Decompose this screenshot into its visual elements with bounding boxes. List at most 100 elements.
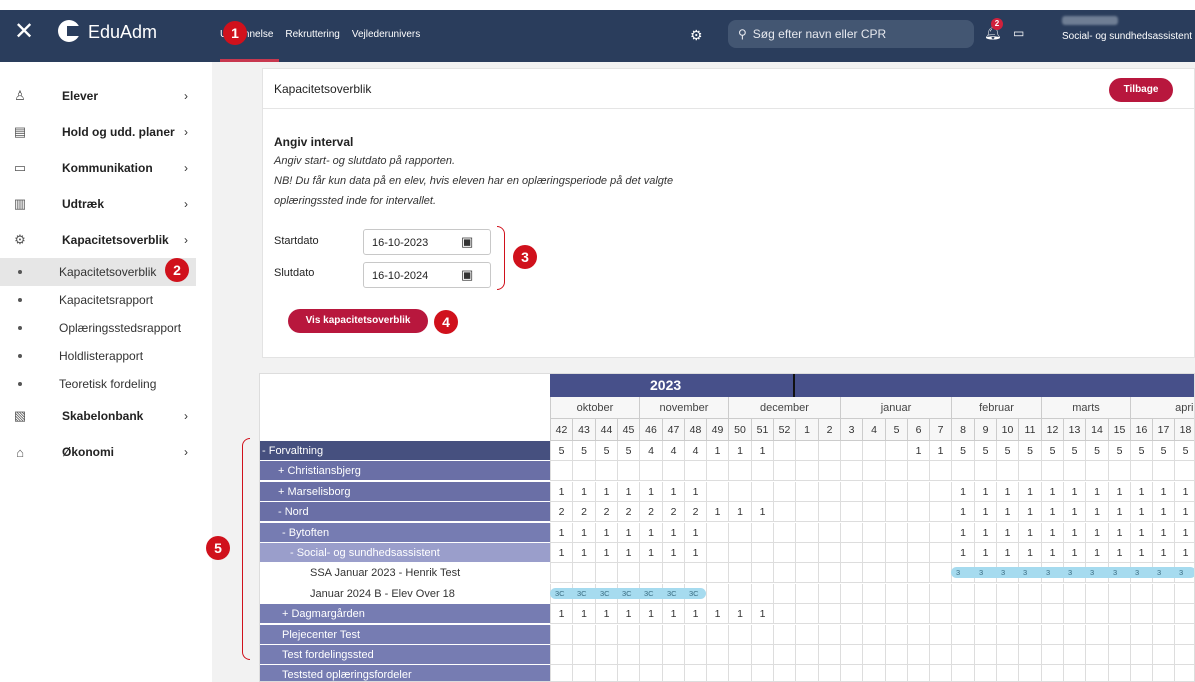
training-period-label: 3 bbox=[1135, 568, 1140, 578]
grid-cell bbox=[1085, 604, 1108, 625]
grid-cell: 1 bbox=[996, 522, 1018, 543]
sidebar-item-kommunikation[interactable]: ▭ Kommunikation › bbox=[0, 150, 212, 186]
grid-cell bbox=[684, 461, 706, 482]
sidebar-item-elever[interactable]: ♙ Elever › bbox=[0, 78, 212, 114]
month-label: februar bbox=[951, 397, 1041, 419]
sidebar-subitem-holdlisterapport[interactable]: Holdlisterapport bbox=[0, 342, 212, 370]
grid-cell bbox=[929, 604, 951, 625]
tab-rekruttering[interactable]: Rekruttering bbox=[279, 10, 345, 62]
grid-cell: 5 bbox=[1108, 441, 1130, 461]
grid-row-label[interactable]: Test fordelingssted bbox=[260, 645, 550, 665]
sidebar-item-hold[interactable]: ▤ Hold og udd. planer › bbox=[0, 114, 212, 150]
week-number: 43 bbox=[572, 419, 595, 441]
sidebar-item-okonomi[interactable]: ⌂ Økonomi › bbox=[0, 434, 212, 470]
start-date-value: 16-10-2023 bbox=[372, 237, 429, 249]
settings-icon[interactable]: ⚙ bbox=[690, 27, 703, 44]
grid-cell bbox=[1018, 461, 1041, 482]
notification-bell-icon[interactable]: 🔔︎ 2 bbox=[984, 18, 1003, 41]
grid-cell bbox=[840, 441, 862, 461]
grid-cell: 1 bbox=[1130, 543, 1152, 563]
training-period-label: 3C bbox=[644, 588, 654, 598]
grid-cell: 1 bbox=[996, 502, 1018, 523]
grid-cell: 2 bbox=[662, 502, 684, 523]
grid-row-label[interactable]: Teststed oplæringsfordeler bbox=[260, 665, 550, 681]
grid-cell bbox=[1063, 583, 1085, 604]
grid-cell: 4 bbox=[684, 441, 706, 461]
grid-cell: 1 bbox=[572, 481, 595, 502]
messages-icon[interactable]: ▭ bbox=[1013, 26, 1024, 40]
grid-cell: 1 bbox=[1018, 502, 1041, 523]
sidebar-subitem-oplaeringsstedsrapport[interactable]: Oplæringsstedsrapport bbox=[0, 314, 212, 342]
grid-cell bbox=[595, 624, 617, 645]
user-menu[interactable]: Social- og sundhedsassistent bbox=[1062, 16, 1192, 42]
grid-row-label[interactable]: Januar 2024 B - Elev Over 18 bbox=[260, 583, 550, 604]
week-number: 46 bbox=[639, 419, 662, 441]
search-input[interactable]: ⚲ Søg efter navn eller CPR bbox=[728, 20, 974, 48]
calendar-icon[interactable]: ▣ bbox=[461, 267, 473, 283]
sidebar-subitem-teoretisk-fordeling[interactable]: Teoretisk fordeling bbox=[0, 370, 212, 398]
grid-row: SSA Januar 2023 - Henrik Test 3 3 3 3 3 3 3 3 3 3 3 bbox=[260, 563, 1194, 584]
grid-cell bbox=[996, 665, 1018, 681]
end-date-field[interactable]: 16-10-2024 ▣ bbox=[363, 262, 491, 288]
week-number: 4 bbox=[862, 419, 885, 441]
week-number: 42 bbox=[550, 419, 572, 441]
grid-cell bbox=[1018, 583, 1041, 604]
grid-cell bbox=[550, 665, 572, 681]
grid-row-label[interactable]: + Marselisborg bbox=[260, 481, 550, 502]
grid-cell: 5 bbox=[1041, 441, 1063, 461]
grid-row-label[interactable]: + Dagmargården bbox=[260, 604, 550, 625]
sidebar-item-label: Elever bbox=[62, 89, 99, 103]
grid-cell bbox=[907, 645, 929, 665]
sidebar-item-skabelonbank[interactable]: ▧ Skabelonbank › bbox=[0, 398, 212, 434]
week-number: 5 bbox=[885, 419, 907, 441]
sidebar-item-udtraek[interactable]: ▥ Udtræk › bbox=[0, 186, 212, 222]
grid-cell: 1 bbox=[951, 502, 974, 523]
show-capacity-button[interactable]: Vis kapacitetsoverblik bbox=[288, 309, 428, 333]
grid-cell bbox=[818, 522, 840, 543]
training-period-bar[interactable]: 3 3 3 3 3 3 3 3 3 3 3 bbox=[951, 567, 1194, 579]
grid-row: Teststed oplæringsfordeler bbox=[260, 665, 1194, 681]
document-icon: ▥ bbox=[13, 196, 27, 211]
grid-cell bbox=[1085, 645, 1108, 665]
grid-cell: 1 bbox=[1085, 522, 1108, 543]
grid-cell bbox=[1063, 645, 1085, 665]
grid-row-label[interactable]: - Bytoften bbox=[260, 522, 550, 543]
bullet-icon bbox=[18, 382, 22, 386]
grid-cell bbox=[818, 543, 840, 563]
bag-icon: ⌂ bbox=[16, 444, 24, 460]
grid-row-label[interactable]: - Social- og sundhedsassistent bbox=[260, 543, 550, 563]
grid-row-label[interactable]: SSA Januar 2023 - Henrik Test bbox=[260, 563, 550, 584]
start-date-field[interactable]: 16-10-2023 ▣ bbox=[363, 229, 491, 255]
sidebar-item-label: Kommunikation bbox=[62, 161, 153, 175]
month-label: marts bbox=[1041, 397, 1130, 419]
close-icon[interactable]: ✕ bbox=[14, 20, 34, 44]
month-label: november bbox=[639, 397, 728, 419]
week-number: 11 bbox=[1018, 419, 1041, 441]
grid-row-label[interactable]: - Nord bbox=[260, 502, 550, 523]
training-period-bar[interactable]: 3C 3C 3C 3C 3C 3C 3C bbox=[550, 587, 706, 599]
month-label: januar bbox=[840, 397, 951, 419]
grid-cell: 1 bbox=[1108, 543, 1130, 563]
sidebar-item-kapacitetsoverblik[interactable]: ⚙ Kapacitetsoverblik › bbox=[0, 222, 212, 258]
grid-row-label[interactable]: + Christiansbjerg bbox=[260, 461, 550, 482]
search-placeholder: Søg efter navn eller CPR bbox=[752, 27, 887, 41]
tab-vejlederunivers[interactable]: Vejlederunivers bbox=[346, 10, 426, 62]
grid-cell bbox=[795, 665, 818, 681]
calendar-icon[interactable]: ▣ bbox=[461, 234, 473, 250]
grid-cell bbox=[706, 563, 728, 584]
grid-row-label[interactable]: Plejecenter Test bbox=[260, 624, 550, 645]
grid-row-label[interactable]: - Forvaltning bbox=[260, 441, 550, 461]
grid-cell bbox=[1152, 645, 1174, 665]
grid-cell bbox=[818, 481, 840, 502]
grid-cell bbox=[595, 563, 617, 584]
grid-cell bbox=[795, 522, 818, 543]
training-period-label: 3C bbox=[689, 588, 699, 598]
sidebar-subitem-kapacitetsrapport[interactable]: Kapacitetsrapport bbox=[0, 286, 212, 314]
training-period-label: 3C bbox=[600, 588, 610, 598]
grid-cell bbox=[662, 624, 684, 645]
grid-cell: 4 bbox=[639, 441, 662, 461]
grid-cell: 5 bbox=[617, 441, 639, 461]
back-button[interactable]: Tilbage bbox=[1109, 78, 1173, 102]
grid-cell bbox=[974, 665, 996, 681]
grid-cell bbox=[885, 502, 907, 523]
